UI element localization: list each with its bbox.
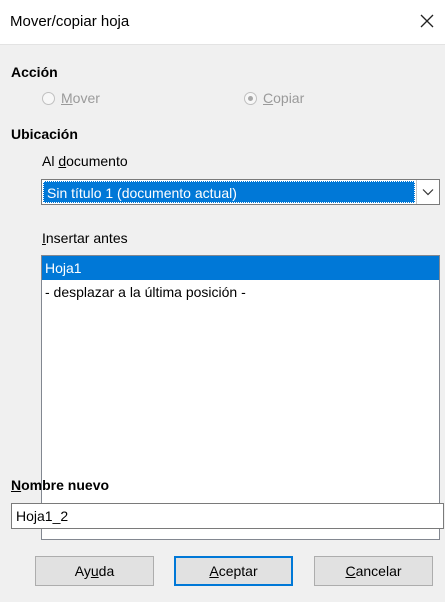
insert-before-list[interactable]: Hoja1 - desplazar a la última posición - bbox=[41, 255, 440, 540]
move-radio-label: Mover bbox=[61, 90, 100, 106]
help-button-label: Ayuda bbox=[74, 563, 115, 579]
insert-before-label: Insertar antes bbox=[42, 230, 128, 246]
document-dropdown-button[interactable] bbox=[416, 180, 439, 204]
list-item-hoja1[interactable]: Hoja1 bbox=[42, 256, 439, 280]
ok-button[interactable]: Aceptar bbox=[174, 556, 293, 586]
to-document-label: Al documento bbox=[42, 153, 128, 169]
cancel-button[interactable]: Cancelar bbox=[314, 556, 433, 586]
title-bar: Mover/copiar hoja bbox=[0, 0, 445, 45]
location-heading: Ubicación bbox=[11, 126, 78, 142]
chevron-down-icon bbox=[422, 189, 434, 196]
document-dropdown[interactable]: Sin título 1 (documento actual) bbox=[41, 179, 440, 205]
help-button[interactable]: Ayuda bbox=[35, 556, 154, 586]
action-heading: Acción bbox=[11, 64, 58, 80]
cancel-button-label: Cancelar bbox=[345, 563, 402, 579]
new-name-input[interactable]: Hoja1_2 bbox=[11, 503, 444, 529]
document-dropdown-value: Sin título 1 (documento actual) bbox=[43, 181, 415, 203]
list-item-last-position[interactable]: - desplazar a la última posición - bbox=[42, 280, 439, 304]
move-radio-option[interactable]: Mover bbox=[42, 88, 100, 108]
copy-radio-option[interactable]: Copiar bbox=[244, 88, 304, 108]
new-name-label: Nombre nuevo bbox=[11, 477, 110, 493]
copy-radio[interactable] bbox=[244, 91, 257, 105]
close-icon bbox=[420, 14, 434, 28]
dialog-title: Mover/copiar hoja bbox=[10, 13, 130, 30]
move-radio[interactable] bbox=[42, 91, 55, 105]
ok-button-label: Aceptar bbox=[209, 563, 258, 579]
copy-radio-label: Copiar bbox=[263, 90, 305, 106]
close-button[interactable] bbox=[415, 9, 439, 33]
